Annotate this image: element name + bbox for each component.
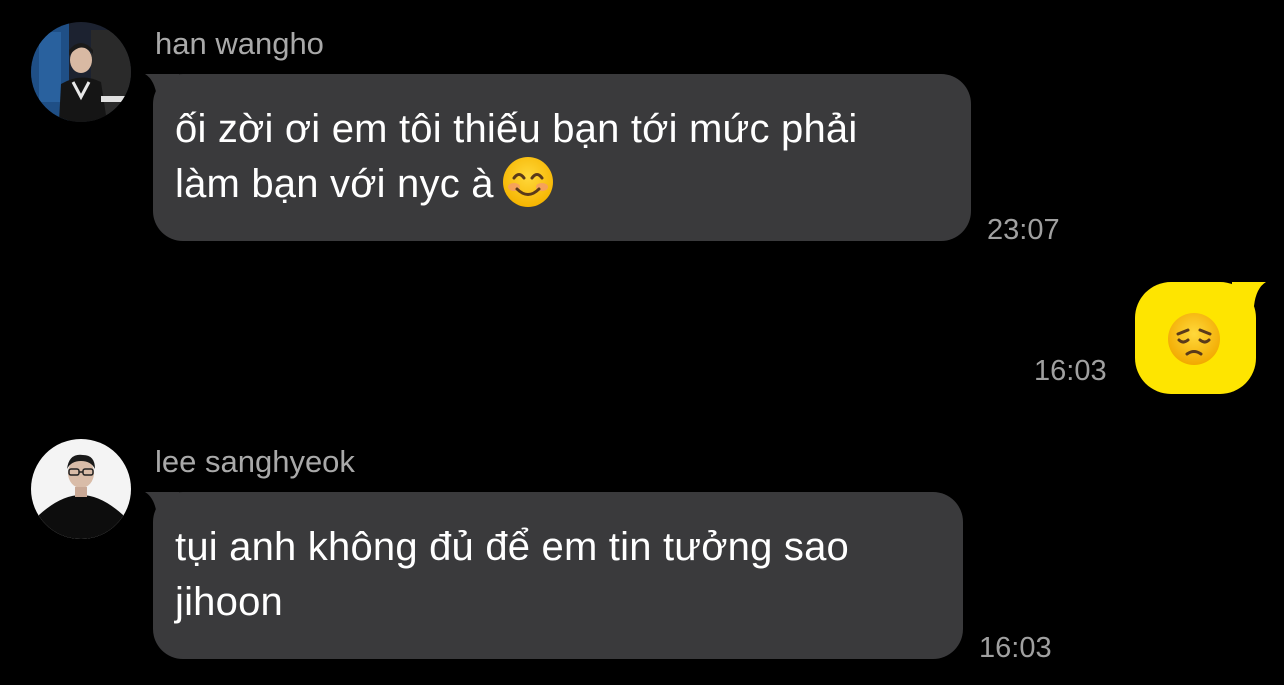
message-bubble[interactable]: tụi anh không đủ để em tin tưởng sao jih…	[145, 492, 963, 659]
message-bubble[interactable]: ối zời ơi em tôi thiếu bạn tới mức phải …	[145, 74, 971, 241]
message-timestamp: 16:03	[1034, 355, 1107, 387]
bubble-tail	[145, 492, 179, 522]
smiling-face-icon	[502, 157, 553, 208]
avatar-han-wangho[interactable]	[31, 22, 131, 122]
message-text-line: jihoon	[175, 580, 283, 624]
bubble-tail	[1232, 282, 1266, 312]
message-timestamp: 16:03	[979, 632, 1052, 664]
message-text-line: ối zời ơi em tôi thiếu bạn tới mức phải	[175, 107, 858, 151]
sender-name: han wangho	[155, 26, 324, 61]
bubble-tail	[145, 74, 179, 104]
profile-photo-light-icon	[31, 439, 131, 539]
profile-photo-dark-icon	[31, 22, 131, 122]
message-text-line: tụi anh không đủ để em tin tưởng sao	[175, 525, 849, 569]
sender-name: lee sanghyeok	[155, 444, 355, 479]
avatar-lee-sanghyeok[interactable]	[31, 439, 131, 539]
message-timestamp: 23:07	[987, 214, 1060, 246]
pensive-face-icon	[1168, 313, 1220, 365]
message-text-line: làm bạn với nyc à	[175, 157, 949, 212]
outgoing-message-bubble[interactable]	[1135, 282, 1266, 394]
message-text: làm bạn với nyc à	[175, 162, 494, 206]
